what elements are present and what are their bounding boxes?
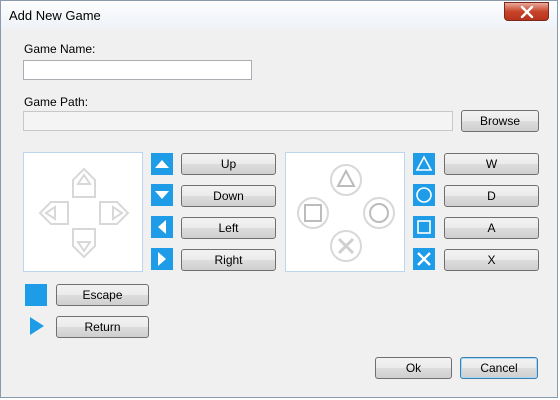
face-buttons-graphic — [297, 164, 395, 262]
triangle-icon — [413, 153, 435, 175]
down-arrow-icon — [151, 184, 173, 206]
right-key-button[interactable]: Right — [181, 249, 276, 271]
down-key-button[interactable]: Down — [181, 185, 276, 207]
escape-key-button[interactable]: Escape — [56, 284, 149, 306]
title-bar[interactable]: Add New Game — [1, 1, 557, 29]
square-key-button[interactable]: A — [444, 217, 539, 239]
triangle-key-button[interactable]: W — [444, 153, 539, 175]
game-name-label: Game Name: — [24, 42, 96, 56]
window-title: Add New Game — [9, 8, 101, 23]
stop-square-icon — [25, 284, 47, 306]
close-button[interactable] — [504, 2, 549, 21]
face-buttons-preview — [285, 152, 405, 272]
square-icon — [413, 216, 435, 238]
up-key-button[interactable]: Up — [181, 153, 276, 175]
dialog-window: Add New Game Game Name: Game Path: Brows… — [0, 0, 558, 398]
game-path-label: Game Path: — [24, 95, 89, 109]
game-path-input[interactable] — [23, 111, 453, 131]
left-arrow-icon — [151, 216, 173, 238]
dpad-graphic — [38, 167, 130, 259]
up-arrow-icon — [151, 153, 173, 175]
game-name-input[interactable] — [23, 60, 252, 80]
circle-key-button[interactable]: D — [444, 185, 539, 207]
return-key-button[interactable]: Return — [56, 316, 149, 338]
left-key-button[interactable]: Left — [181, 217, 276, 239]
close-icon — [520, 6, 534, 18]
circle-icon — [413, 184, 435, 206]
right-arrow-icon — [151, 248, 173, 270]
cancel-button[interactable]: Cancel — [460, 357, 538, 379]
cross-key-button[interactable]: X — [444, 249, 539, 271]
dpad-preview — [23, 152, 143, 272]
cross-icon — [413, 248, 435, 270]
play-icon — [25, 315, 47, 337]
ok-button[interactable]: Ok — [375, 357, 452, 379]
browse-button[interactable]: Browse — [461, 110, 539, 132]
